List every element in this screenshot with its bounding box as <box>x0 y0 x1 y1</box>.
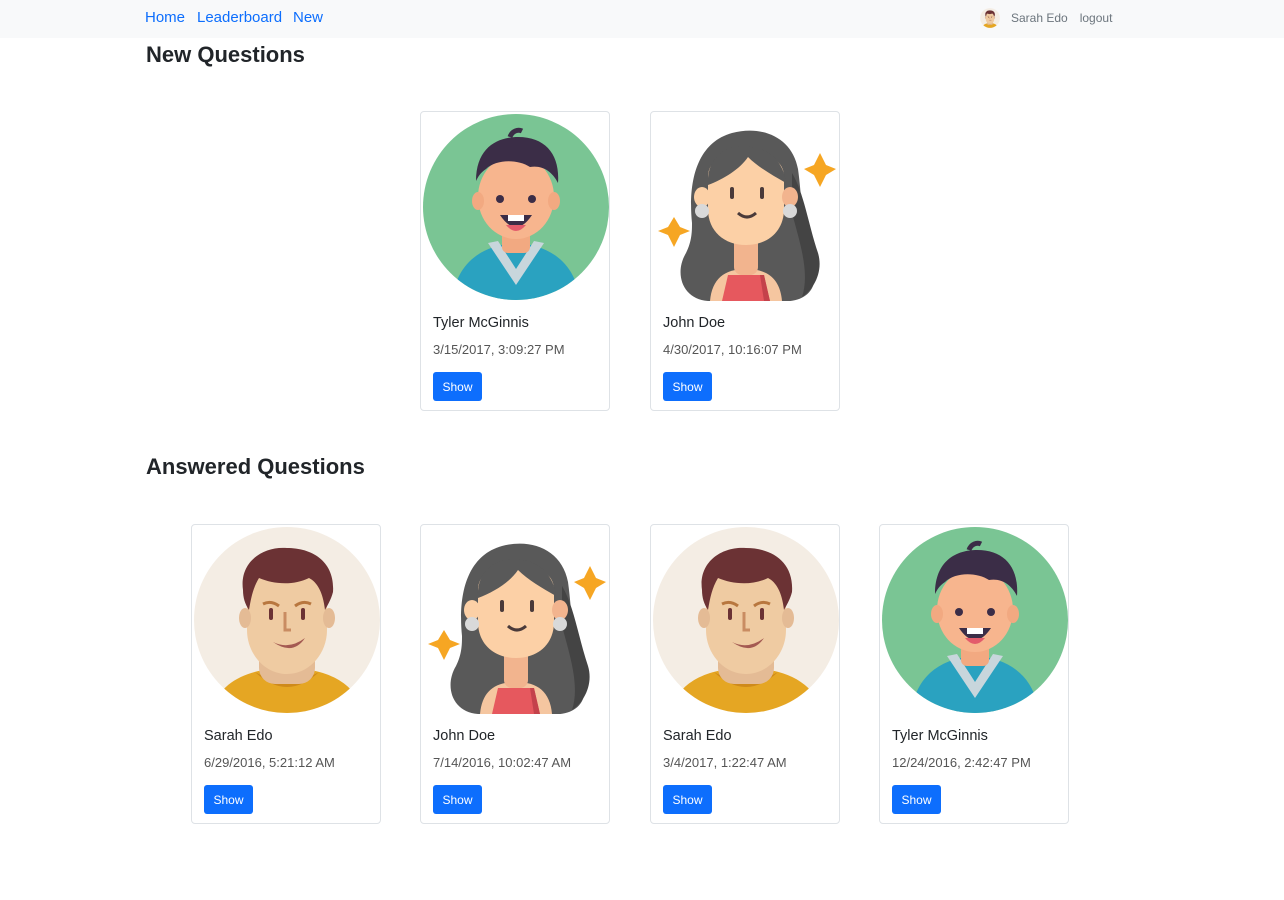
man-green-avatar-icon <box>422 113 610 301</box>
user-name: Sarah Edo <box>1011 11 1068 25</box>
card-author: John Doe <box>433 728 496 744</box>
card-date: 12/24/2016, 2:42:47 PM <box>892 755 1031 770</box>
show-button[interactable]: Show <box>892 785 941 814</box>
woman-avatar-icon <box>656 129 838 301</box>
nav-link-leaderboard[interactable]: Leaderboard <box>197 9 282 27</box>
question-card: Tyler McGinnis 12/24/2016, 2:42:47 PM Sh… <box>879 524 1069 824</box>
card-date: 4/30/2017, 10:16:07 PM <box>663 342 802 357</box>
show-button[interactable]: Show <box>433 372 482 401</box>
man-beige-avatar-icon <box>193 526 381 714</box>
question-card: Sarah Edo 3/4/2017, 1:22:47 AM Show <box>650 524 840 824</box>
card-author: Tyler McGinnis <box>433 315 529 331</box>
show-button[interactable]: Show <box>663 785 712 814</box>
nav-user: Sarah Edo logout <box>980 8 1112 28</box>
question-card: Tyler McGinnis 3/15/2017, 3:09:27 PM Sho… <box>420 111 610 411</box>
question-card: John Doe 7/14/2016, 10:02:47 AM Show <box>420 524 610 824</box>
nav-link-home[interactable]: Home <box>145 9 185 27</box>
card-date: 3/15/2017, 3:09:27 PM <box>433 342 565 357</box>
answered-questions-list: Sarah Edo 6/29/2016, 5:21:12 AM Show Joh… <box>0 524 1284 828</box>
card-date: 6/29/2016, 5:21:12 AM <box>204 755 335 770</box>
nav-link-new[interactable]: New <box>293 9 323 27</box>
navbar: Home Leaderboard New Sarah Edo logout <box>0 0 1284 38</box>
question-card: John Doe 4/30/2017, 10:16:07 PM Show <box>650 111 840 411</box>
card-date: 3/4/2017, 1:22:47 AM <box>663 755 787 770</box>
show-button[interactable]: Show <box>663 372 712 401</box>
answered-questions-title: Answered Questions <box>146 454 365 479</box>
card-author: John Doe <box>663 315 726 331</box>
show-button[interactable]: Show <box>433 785 482 814</box>
card-author: Tyler McGinnis <box>892 728 988 744</box>
logout-link[interactable]: logout <box>1080 11 1113 25</box>
man-green-avatar-icon <box>881 526 1069 714</box>
new-questions-title: New Questions <box>146 42 305 67</box>
card-date: 7/14/2016, 10:02:47 AM <box>433 755 572 770</box>
new-questions-list: Tyler McGinnis 3/15/2017, 3:09:27 PM Sho… <box>0 111 1284 415</box>
show-button[interactable]: Show <box>204 785 253 814</box>
card-author: Sarah Edo <box>204 728 273 744</box>
card-author: Sarah Edo <box>663 728 732 744</box>
question-card: Sarah Edo 6/29/2016, 5:21:12 AM Show <box>191 524 381 824</box>
user-avatar-icon <box>980 8 1000 28</box>
man-beige-avatar-icon <box>652 526 840 714</box>
woman-avatar-icon <box>426 542 608 714</box>
